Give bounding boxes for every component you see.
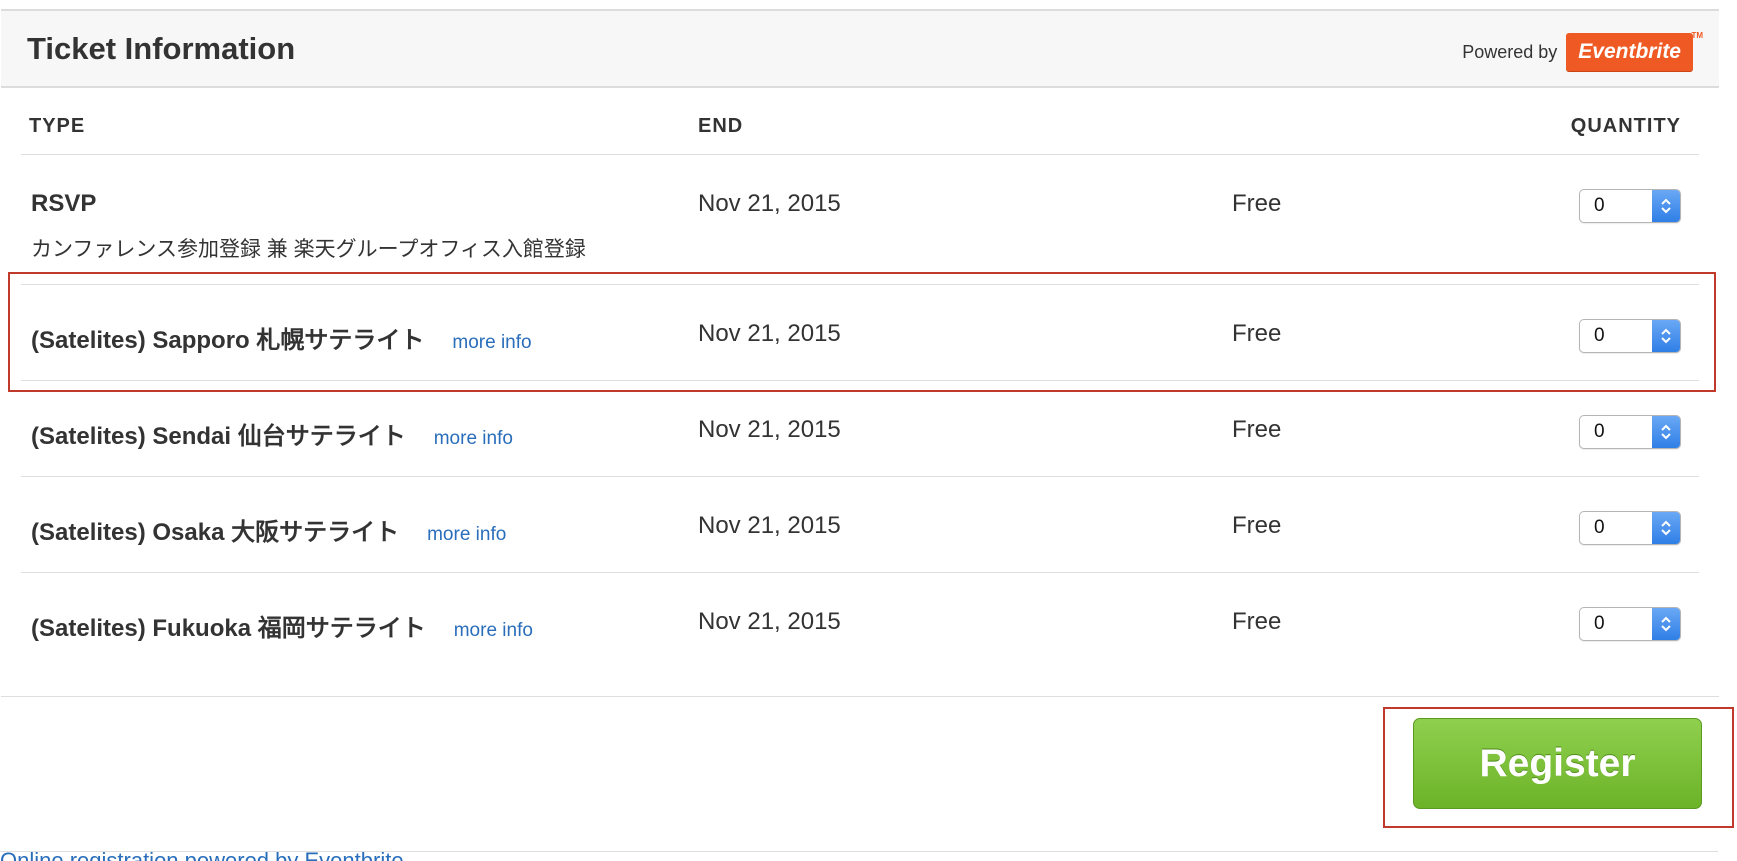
quantity-select[interactable]: 0 — [1579, 607, 1681, 641]
column-header-end: END — [698, 115, 744, 137]
quantity-select[interactable]: 0 — [1579, 415, 1681, 449]
quantity-select[interactable]: 0 — [1579, 189, 1681, 223]
chevron-up-down-icon[interactable] — [1652, 512, 1680, 544]
quantity-value: 0 — [1594, 421, 1605, 442]
ticket-widget: Ticket Information Powered by Eventbrite… — [0, 0, 1737, 861]
ticket-name-text: (Satelites) Sendai 仙台サテライト — [31, 423, 406, 450]
eventbrite-logo-text: Eventbrite — [1578, 40, 1681, 63]
quantity-value: 0 — [1594, 517, 1605, 538]
column-header-type: TYPE — [29, 115, 86, 137]
trademark-mark: TM — [1691, 31, 1703, 40]
panel-header: Ticket Information Powered by Eventbrite… — [1, 9, 1719, 88]
ticket-row-rsvp: RSVP カンファレンス参加登録 兼 楽天グループオフィス入館登録 Nov 21… — [1, 173, 1719, 273]
more-info-link[interactable]: more info — [427, 524, 506, 546]
panel-title: Ticket Information — [27, 31, 296, 66]
header-divider — [21, 154, 1699, 155]
ticket-price: Free — [1232, 608, 1282, 635]
ticket-row-osaka: (Satelites) Osaka 大阪サテライト more info Nov … — [1, 495, 1719, 555]
register-button[interactable]: Register — [1413, 718, 1702, 809]
ticket-name: (Satelites) Osaka 大阪サテライト more info — [31, 512, 506, 547]
ticket-end-date: Nov 21, 2015 — [698, 608, 841, 635]
more-info-link[interactable]: more info — [454, 620, 533, 642]
row-divider — [21, 476, 1699, 477]
row-divider — [21, 572, 1699, 573]
highlight-box-sapporo — [8, 272, 1716, 392]
ticket-row-sendai: (Satelites) Sendai 仙台サテライト more info Nov… — [1, 399, 1719, 459]
ticket-name: RSVP — [31, 190, 96, 218]
chevron-up-down-icon[interactable] — [1652, 416, 1680, 448]
ticket-row-fukuoka: (Satelites) Fukuoka 福岡サテライト more info No… — [1, 591, 1719, 651]
more-info-link[interactable]: more info — [434, 428, 513, 450]
ticket-name-text: (Satelites) Osaka 大阪サテライト — [31, 519, 400, 546]
ticket-end-date: Nov 21, 2015 — [698, 416, 841, 443]
powered-by: Powered by Eventbrite TM — [1462, 31, 1703, 73]
powered-by-label: Powered by — [1462, 41, 1558, 62]
quantity-value: 0 — [1594, 613, 1605, 634]
footer-powered-link[interactable]: Online registration powered by Eventbrit… — [0, 848, 404, 861]
quantity-value: 0 — [1594, 195, 1605, 216]
ticket-name: (Satelites) Sendai 仙台サテライト more info — [31, 416, 513, 451]
ticket-price: Free — [1232, 190, 1282, 217]
ticket-name-text: RSVP — [31, 190, 97, 217]
ticket-price: Free — [1232, 416, 1282, 443]
ticket-end-date: Nov 21, 2015 — [698, 190, 841, 217]
ticket-price: Free — [1232, 512, 1282, 539]
ticket-end-date: Nov 21, 2015 — [698, 512, 841, 539]
ticket-subtitle: カンファレンス参加登録 兼 楽天グループオフィス入館登録 — [31, 238, 586, 261]
ticket-name: (Satelites) Fukuoka 福岡サテライト more info — [31, 608, 533, 643]
quantity-select[interactable]: 0 — [1579, 511, 1681, 545]
chevron-up-down-icon[interactable] — [1652, 608, 1680, 640]
footer-divider — [1, 696, 1719, 697]
column-header-quantity: QUANTITY — [1570, 115, 1681, 137]
eventbrite-logo[interactable]: Eventbrite TM — [1566, 31, 1703, 71]
ticket-name-text: (Satelites) Fukuoka 福岡サテライト — [31, 615, 426, 642]
chevron-up-down-icon[interactable] — [1652, 190, 1680, 222]
